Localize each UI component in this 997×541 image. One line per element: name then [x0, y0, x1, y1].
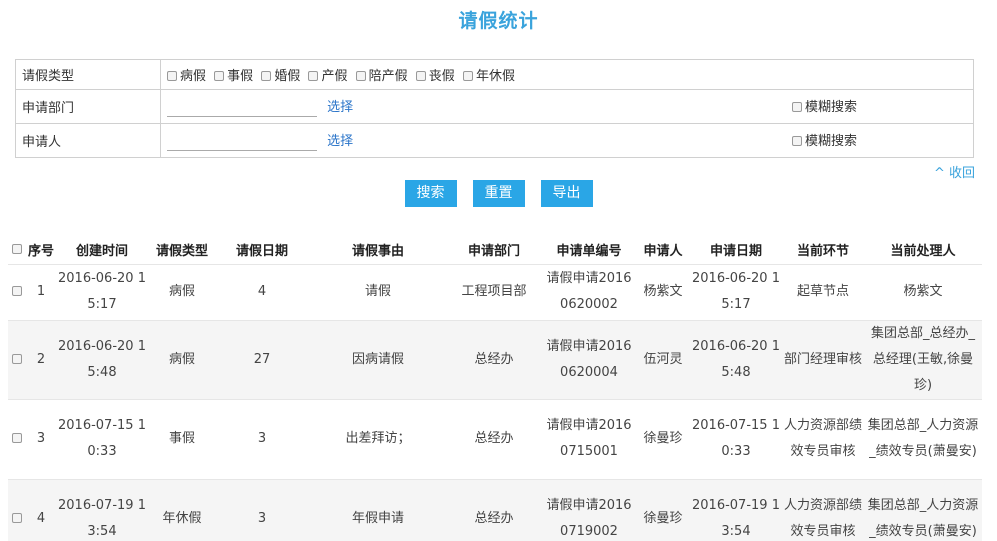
cell-step: 部门经理审核 [782, 320, 864, 399]
leave-type-checkbox-annual[interactable]: 年休假 [462, 69, 519, 84]
checkbox-icon[interactable] [308, 71, 319, 81]
cell-reason: 年假申请 [310, 479, 446, 541]
leave-type-checkbox-paternity[interactable]: 陪产假 [355, 69, 412, 84]
cell-type: 年休假 [150, 479, 214, 541]
cell-code: 请假申请20160620002 [546, 271, 632, 312]
header-step: 当前环节 [796, 244, 849, 260]
person-label: 申请人 [15, 123, 161, 158]
checkbox-icon[interactable] [167, 71, 177, 81]
row-checkbox[interactable] [11, 433, 22, 443]
cell-days: 3 [257, 431, 267, 446]
checkbox-icon[interactable] [415, 71, 426, 81]
collapse-link[interactable]: ^ 收回 [934, 162, 975, 181]
header-days: 请假日期 [235, 244, 288, 260]
dept-fuzzy-search[interactable]: 模糊搜索 [791, 96, 857, 115]
cell-person: 杨紫文 [643, 284, 683, 299]
page-title: 请假统计 [458, 10, 539, 32]
dept-label: 申请部门 [15, 89, 161, 124]
checkbox-icon[interactable] [355, 71, 366, 81]
leave-table: 序号 创建时间 请假类型 请假日期 请假事由 申请部门 申请单编号 申请人 申请… [8, 236, 982, 541]
cell-person: 徐曼珍 [643, 431, 683, 446]
cell-step: 人力资源部绩效专员审核 [783, 418, 862, 459]
cell-type: 事假 [168, 431, 195, 446]
cell-apply-date: 2016-06-20 15:17 [692, 271, 780, 312]
cell-no: 3 [36, 431, 46, 446]
cell-apply-date: 2016-07-15 10:33 [692, 418, 780, 459]
cell-no: 1 [36, 284, 46, 299]
header-created: 创建时间 [75, 244, 128, 260]
checkbox-icon[interactable] [214, 71, 225, 81]
leave-type-checkbox-marriage[interactable]: 婚假 [261, 69, 304, 84]
person-select-link[interactable]: 选择 [327, 134, 353, 149]
cell-dept: 工程项目部 [461, 284, 527, 299]
leave-type-checkbox-bereavement[interactable]: 丧假 [415, 69, 459, 84]
leave-type-checkbox-personal[interactable]: 事假 [214, 69, 257, 84]
header-apply-date: 申请日期 [709, 244, 762, 260]
leave-type-checkbox-sick[interactable]: 病假 [167, 69, 210, 84]
cell-created: 2016-07-19 13:54 [54, 479, 150, 541]
leave-type-checkbox-maternity[interactable]: 产假 [308, 69, 351, 84]
header-code: 申请单编号 [556, 244, 622, 260]
header-handler: 当前处理人 [890, 244, 956, 260]
cell-created: 2016-06-20 15:17 [58, 271, 146, 312]
header-reason: 请假事由 [351, 244, 404, 260]
export-button[interactable]: 导出 [540, 180, 593, 207]
action-buttons: 搜索 重置 导出 [0, 180, 997, 207]
cell-person: 徐曼珍 [636, 479, 690, 541]
leave-type-label: 请假类型 [15, 59, 161, 90]
cell-step: 人力资源部绩效专员审核 [782, 479, 864, 541]
header-no: 序号 [28, 244, 55, 260]
header-type: 请假类型 [155, 244, 208, 260]
cell-code: 请假申请20160620004 [542, 320, 636, 399]
cell-reason: 因病请假 [310, 320, 446, 399]
row-checkbox[interactable] [11, 286, 22, 296]
cell-no: 4 [28, 479, 54, 541]
reset-button[interactable]: 重置 [472, 180, 525, 207]
cell-no: 2 [28, 320, 54, 399]
dept-select-link[interactable]: 选择 [327, 100, 353, 115]
cell-dept: 总经办 [474, 431, 514, 446]
checkbox-icon[interactable] [791, 136, 802, 147]
row-checkbox[interactable] [11, 353, 22, 364]
cell-handler: 集团总部_人力资源_绩效专员(萧曼安) [867, 418, 979, 459]
filter-panel: 请假类型 病假 事假 婚假 产假 陪产假 丧假 年休假 申请部门 选择 模糊搜索… [15, 59, 974, 158]
checkbox-icon[interactable] [261, 71, 272, 81]
cell-days: 3 [214, 479, 310, 541]
select-all-checkbox[interactable] [11, 244, 22, 255]
cell-reason: 请假 [364, 284, 391, 299]
person-fuzzy-search[interactable]: 模糊搜索 [791, 130, 857, 149]
table-row[interactable]: 4 2016-07-19 13:54 年休假 3 年假申请 总经办 请假申请20… [8, 479, 982, 541]
cell-apply-date: 2016-07-19 13:54 [690, 479, 782, 541]
cell-dept: 总经办 [446, 479, 542, 541]
cell-reason: 出差拜访； [345, 431, 411, 446]
table-row[interactable]: 3 2016-07-15 10:33 事假 3 出差拜访； 总经办 请假申请20… [8, 399, 982, 479]
cell-days: 4 [257, 284, 267, 299]
cell-type: 病假 [150, 320, 214, 399]
dept-input[interactable] [167, 99, 317, 117]
cell-created: 2016-06-20 15:48 [54, 320, 150, 399]
cell-handler: 杨紫文 [903, 284, 943, 299]
cell-step: 起草节点 [796, 284, 849, 299]
header-person: 申请人 [643, 244, 683, 260]
cell-created: 2016-07-15 10:33 [58, 418, 146, 459]
person-input[interactable] [167, 133, 317, 151]
row-checkbox[interactable] [11, 513, 22, 524]
cell-dept: 总经办 [446, 320, 542, 399]
checkbox-icon[interactable] [462, 71, 473, 81]
cell-person: 伍河灵 [636, 320, 690, 399]
cell-days: 27 [214, 320, 310, 399]
table-row[interactable]: 1 2016-06-20 15:17 病假 4 请假 工程项目部 请假申请201… [8, 264, 982, 320]
leave-type-options: 病假 事假 婚假 产假 陪产假 丧假 年休假 [160, 59, 974, 90]
cell-handler: 集团总部_总经办_总经理(王敏,徐曼珍) [864, 320, 982, 399]
cell-type: 病假 [168, 284, 195, 299]
cell-code: 请假申请20160719002 [542, 479, 636, 541]
header-dept: 申请部门 [467, 244, 520, 260]
cell-apply-date: 2016-06-20 15:48 [690, 320, 782, 399]
search-button[interactable]: 搜索 [404, 180, 457, 207]
checkbox-icon[interactable] [791, 102, 802, 113]
cell-handler: 集团总部_人力资源_绩效专员(萧曼安) [864, 479, 982, 541]
cell-code: 请假申请20160715001 [546, 418, 632, 459]
table-row[interactable]: 2 2016-06-20 15:48 病假 27 因病请假 总经办 请假申请20… [8, 320, 982, 399]
